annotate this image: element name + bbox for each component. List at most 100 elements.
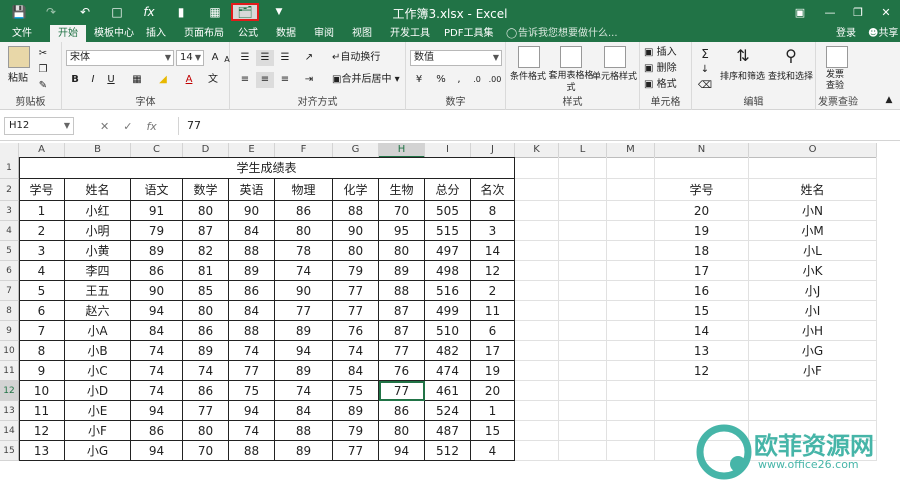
orientation-icon[interactable]: ↗ <box>300 50 318 66</box>
cell-h3[interactable]: 70 <box>379 201 425 221</box>
cell-j14[interactable]: 15 <box>471 421 515 441</box>
cell-a13[interactable]: 11 <box>19 401 65 421</box>
cell-o2[interactable]: 姓名 <box>749 179 877 201</box>
cell-e10[interactable]: 74 <box>229 341 275 361</box>
cell-e14[interactable]: 74 <box>229 421 275 441</box>
cell-n4[interactable]: 19 <box>655 221 749 241</box>
cell-d2[interactable]: 数学 <box>183 179 229 201</box>
copy-icon[interactable]: ❐ <box>34 62 52 78</box>
cell-m7[interactable] <box>607 281 655 301</box>
column-header-g[interactable]: G <box>333 143 379 158</box>
cell-d7[interactable]: 85 <box>183 281 229 301</box>
cell-j15[interactable]: 4 <box>471 441 515 461</box>
cell-l1[interactable] <box>559 157 607 179</box>
cell-c2[interactable]: 语文 <box>131 179 183 201</box>
cell-k2[interactable] <box>515 179 559 201</box>
cell-h8[interactable]: 87 <box>379 301 425 321</box>
cell-k10[interactable] <box>515 341 559 361</box>
cell-g14[interactable]: 79 <box>333 421 379 441</box>
cell-o13[interactable] <box>749 401 877 421</box>
column-header-k[interactable]: K <box>515 143 559 158</box>
cell-o9[interactable]: 小H <box>749 321 877 341</box>
cell-c6[interactable]: 86 <box>131 261 183 281</box>
cell-c5[interactable]: 89 <box>131 241 183 261</box>
cell-h15[interactable]: 94 <box>379 441 425 461</box>
percent-button[interactable]: % <box>432 72 450 88</box>
column-header-h[interactable]: H <box>379 143 425 158</box>
column-header-a[interactable]: A <box>19 143 65 158</box>
delete-button[interactable]: ▣ 删除 <box>644 62 677 76</box>
cell-j4[interactable]: 3 <box>471 221 515 241</box>
cell-g11[interactable]: 84 <box>333 361 379 381</box>
insert-function-icon[interactable]: fx <box>146 120 156 133</box>
align-top-icon[interactable]: ☰ <box>236 50 254 66</box>
cell-n10[interactable]: 13 <box>655 341 749 361</box>
cell-g4[interactable]: 90 <box>333 221 379 241</box>
cell-e11[interactable]: 77 <box>229 361 275 381</box>
cell-m6[interactable] <box>607 261 655 281</box>
cell-l4[interactable] <box>559 221 607 241</box>
cell-h14[interactable]: 80 <box>379 421 425 441</box>
cell-b2[interactable]: 姓名 <box>65 179 131 201</box>
cell-i13[interactable]: 524 <box>425 401 471 421</box>
row-header-9[interactable]: 9 <box>0 321 19 341</box>
font-color-button[interactable]: A <box>180 72 198 88</box>
cell-d11[interactable]: 74 <box>183 361 229 381</box>
row-header-15[interactable]: 15 <box>0 441 19 461</box>
cell-e4[interactable]: 84 <box>229 221 275 241</box>
enter-icon[interactable]: ✓ <box>123 120 132 133</box>
column-header-e[interactable]: E <box>229 143 275 158</box>
restore-icon[interactable]: ❐ <box>848 3 868 21</box>
cell-e2[interactable]: 英语 <box>229 179 275 201</box>
cell-n13[interactable] <box>655 401 749 421</box>
row-header-8[interactable]: 8 <box>0 301 19 321</box>
cell-g7[interactable]: 77 <box>333 281 379 301</box>
cell-styles-icon[interactable] <box>604 46 626 68</box>
column-header-b[interactable]: B <box>65 143 131 158</box>
format-table-button[interactable]: 套用表格格式 <box>548 70 594 94</box>
cell-j11[interactable]: 19 <box>471 361 515 381</box>
cell-e5[interactable]: 88 <box>229 241 275 261</box>
align-middle-icon[interactable]: ☰ <box>256 50 274 66</box>
formula-input[interactable]: 77 <box>178 117 894 135</box>
cell-b3[interactable]: 小红 <box>65 201 131 221</box>
cell-h9[interactable]: 87 <box>379 321 425 341</box>
find-select-button[interactable]: 查找和选择 <box>768 70 813 84</box>
cell-j12[interactable]: 20 <box>471 381 515 401</box>
tab-pdf[interactable]: PDF工具集 <box>440 25 497 42</box>
cell-m12[interactable] <box>607 381 655 401</box>
tab-page-layout[interactable]: 页面布局 <box>180 25 228 42</box>
cell-f12[interactable]: 74 <box>275 381 333 401</box>
minimize-icon[interactable]: — <box>820 3 840 21</box>
column-header-l[interactable]: L <box>559 143 607 158</box>
cell-b6[interactable]: 李四 <box>65 261 131 281</box>
cell-i7[interactable]: 516 <box>425 281 471 301</box>
cell-k3[interactable] <box>515 201 559 221</box>
cell-i3[interactable]: 505 <box>425 201 471 221</box>
cell-o7[interactable]: 小J <box>749 281 877 301</box>
cell-o8[interactable]: 小I <box>749 301 877 321</box>
cell-l3[interactable] <box>559 201 607 221</box>
conditional-format-button[interactable]: 条件格式 <box>510 70 546 84</box>
cell-b9[interactable]: 小A <box>65 321 131 341</box>
cell-a2[interactable]: 学号 <box>19 179 65 201</box>
fill-color-icon[interactable]: ◢ <box>154 72 172 88</box>
cell-h13[interactable]: 86 <box>379 401 425 421</box>
cell-f11[interactable]: 89 <box>275 361 333 381</box>
cell-f10[interactable]: 94 <box>275 341 333 361</box>
cell-k4[interactable] <box>515 221 559 241</box>
cell-b13[interactable]: 小E <box>65 401 131 421</box>
cell-l7[interactable] <box>559 281 607 301</box>
cell-f7[interactable]: 90 <box>275 281 333 301</box>
cell-m9[interactable] <box>607 321 655 341</box>
conditional-format-icon[interactable] <box>518 46 540 68</box>
cell-j8[interactable]: 11 <box>471 301 515 321</box>
row-header-14[interactable]: 14 <box>0 421 19 441</box>
cell-m11[interactable] <box>607 361 655 381</box>
ribbon-display-icon[interactable]: ▣ <box>790 3 810 21</box>
cell-b11[interactable]: 小C <box>65 361 131 381</box>
cell-j5[interactable]: 14 <box>471 241 515 261</box>
cell-g6[interactable]: 79 <box>333 261 379 281</box>
cell-f6[interactable]: 74 <box>275 261 333 281</box>
row-header-6[interactable]: 6 <box>0 261 19 281</box>
